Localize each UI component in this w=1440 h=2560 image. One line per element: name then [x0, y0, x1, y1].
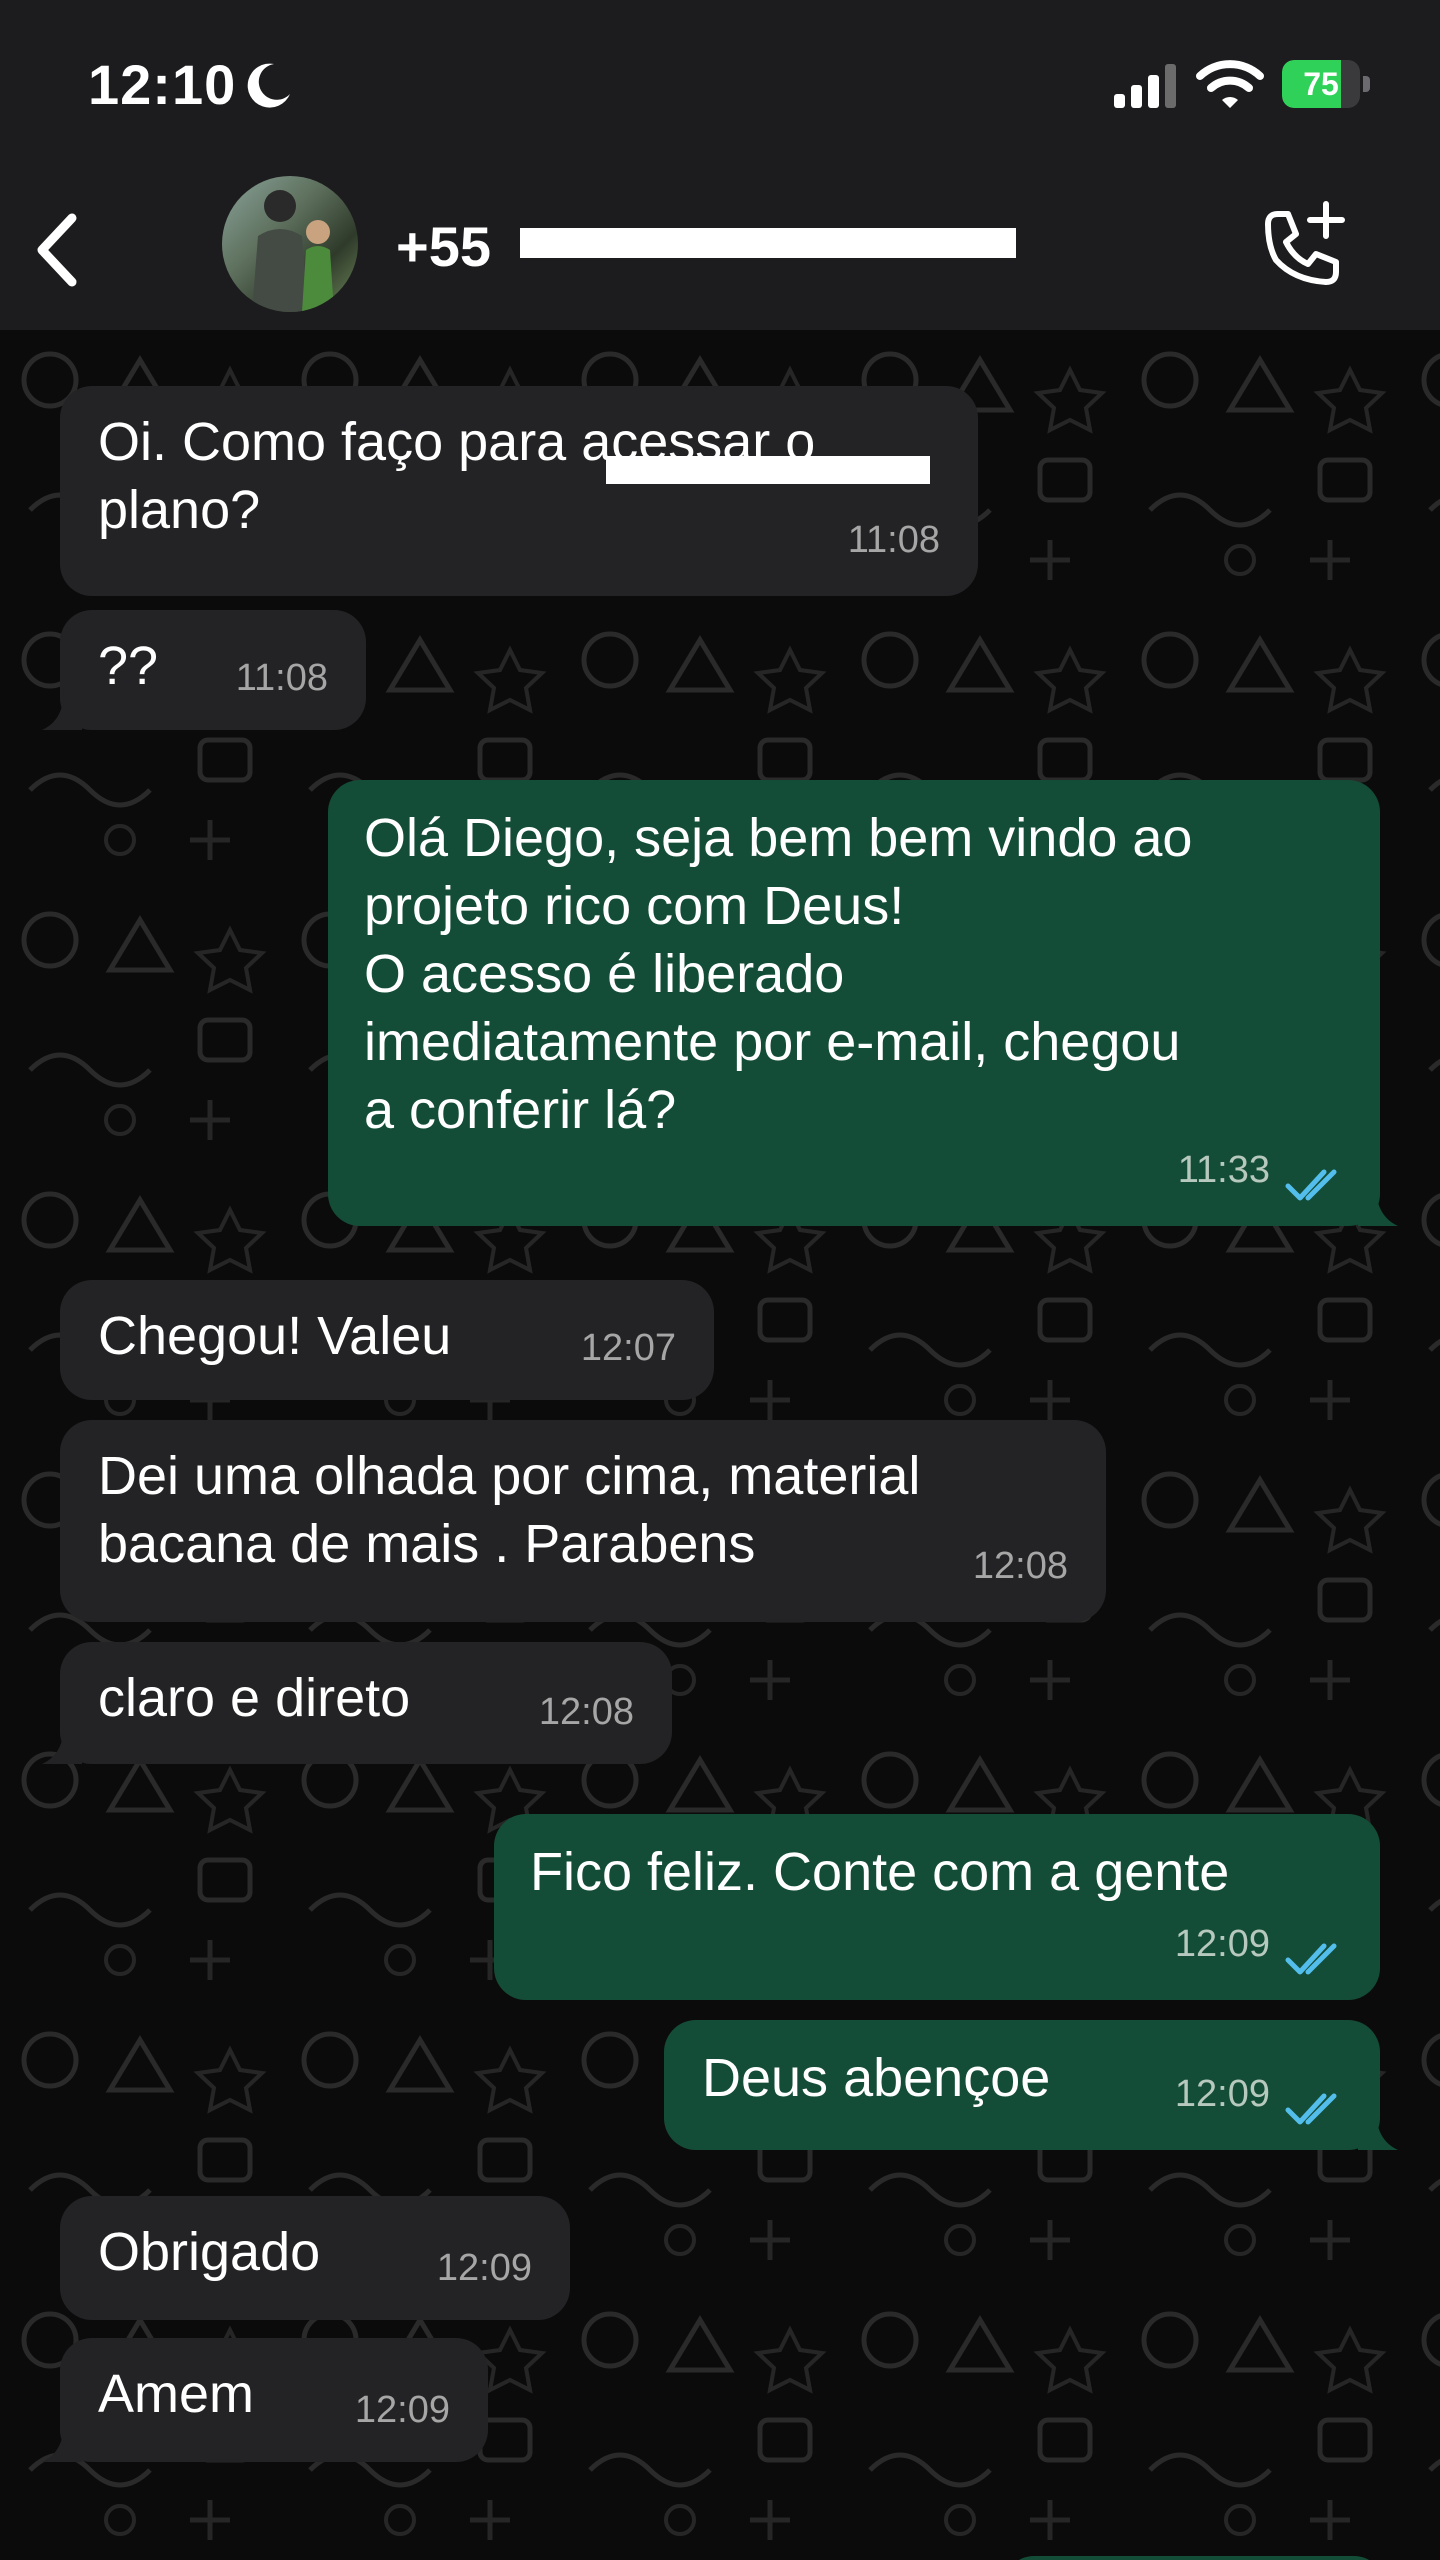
message-bubble-incoming[interactable]: claro e direto 12:08: [42, 1642, 672, 1764]
avatar[interactable]: [222, 176, 358, 312]
call-add-icon[interactable]: [1254, 200, 1350, 296]
message-time: 11:08: [235, 657, 328, 699]
message-bubble-incoming[interactable]: Dei uma olhada por cima, material bacana…: [60, 1420, 1106, 1622]
message-time: 12:09: [1174, 1923, 1270, 1965]
message-bubble-outgoing[interactable]: Fico feliz. Conte com a gente 12:09: [494, 1814, 1380, 2000]
signal-icon: [1114, 64, 1176, 108]
message-text: Obrigado: [98, 2222, 321, 2282]
battery-percentage: 75: [1303, 66, 1339, 102]
message-time: 12:09: [354, 2389, 450, 2431]
message-text: ??: [98, 636, 159, 696]
message-text: Fico feliz. Conte com a gente: [530, 1842, 1230, 1902]
bubble-tail: [42, 690, 82, 730]
double-check-icon: [1285, 1943, 1337, 1975]
message-time: 11:33: [1177, 1149, 1270, 1191]
double-check-icon: [1285, 1169, 1337, 1201]
message-bubble-outgoing[interactable]: Olá Diego, seja bem bem vindo ao projeto…: [328, 780, 1398, 1226]
message-list[interactable]: Oi. Como faço para acessar o plano? 11:0…: [0, 330, 1440, 2560]
message-time: 12:07: [580, 1327, 676, 1369]
message-time: 12:09: [436, 2247, 532, 2289]
message-time: 12:08: [538, 1691, 634, 1733]
message-bubble-incoming[interactable]: Chegou! Valeu 12:07: [60, 1280, 714, 1400]
bubble-tail: [1358, 1186, 1398, 1226]
double-check-icon: [1285, 2093, 1337, 2125]
wifi-icon: [1196, 60, 1264, 108]
status-time: 12:10: [88, 53, 237, 116]
chat-header: 12:10 75 +55: [0, 0, 1440, 330]
redacted-text: [606, 456, 930, 484]
message-text: Dei uma olhada por cima, material bacana…: [98, 1446, 921, 1574]
bubble-tail: [42, 1724, 82, 1764]
moon-icon: [247, 63, 290, 108]
bubble-tail: [1358, 2110, 1398, 2150]
message-time: 11:08: [847, 519, 940, 561]
bubble-tail: [42, 2422, 82, 2462]
battery-icon: 75: [1282, 60, 1372, 108]
contact-name[interactable]: +55: [396, 214, 491, 279]
message-text: Olá Diego, seja bem bem vindo ao projeto…: [364, 808, 1193, 1140]
message-bubble-incoming[interactable]: Oi. Como faço para acessar o plano? 11:0…: [60, 386, 978, 596]
message-text: Amem: [98, 2364, 255, 2424]
message-text: claro e direto: [98, 1668, 411, 1728]
message-bubble-incoming[interactable]: Obrigado 12:09: [60, 2196, 570, 2320]
message-text: Chegou! Valeu: [98, 1306, 452, 1366]
message-text: Deus abençoe: [702, 2048, 1051, 2108]
redacted-phone-number: [520, 228, 1016, 258]
message-bubble-incoming[interactable]: Amem 12:09: [42, 2338, 488, 2462]
message-bubble-incoming[interactable]: ?? 11:08: [42, 610, 366, 730]
message-time: 12:09: [1174, 2073, 1270, 2115]
message-time: 12:08: [972, 1545, 1068, 1587]
message-bubble-outgoing[interactable]: Deus abençoe 12:09: [664, 2020, 1398, 2150]
back-icon[interactable]: [28, 210, 88, 290]
